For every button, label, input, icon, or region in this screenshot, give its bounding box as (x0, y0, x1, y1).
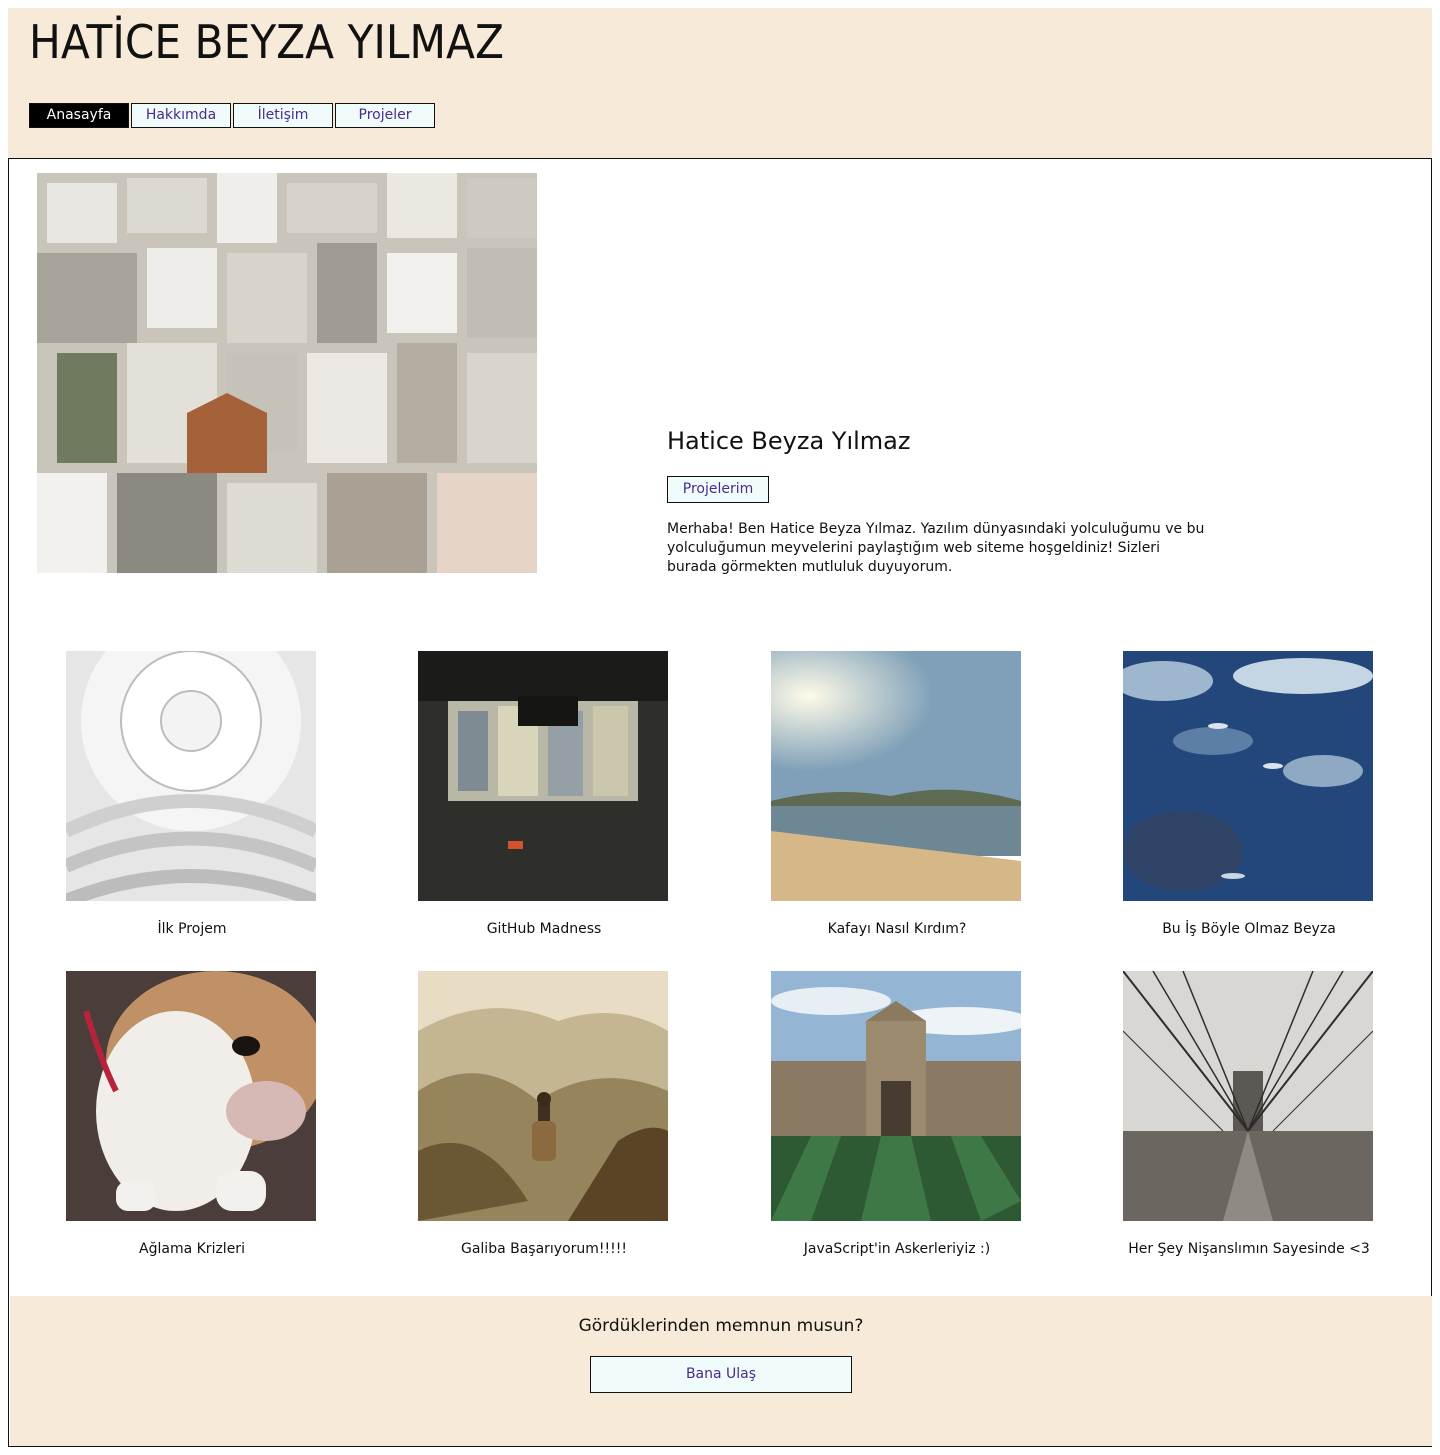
project-image-ocean[interactable] (1123, 651, 1373, 901)
project-caption: Ağlama Krizleri (139, 1241, 245, 1257)
project-caption: Galiba Başarıyorum!!!!! (460, 1241, 627, 1257)
project-image-city-reflection[interactable] (418, 651, 668, 901)
project-card[interactable]: Ağlama Krizleri (66, 971, 318, 1257)
projects-button[interactable]: Projelerim (667, 476, 769, 503)
project-caption: Kafayı Nasıl Kırdım? (827, 921, 967, 937)
project-card[interactable]: Kafayı Nasıl Kırdım? (771, 651, 1023, 937)
project-card[interactable]: GitHub Madness (418, 651, 670, 937)
project-card[interactable]: İlk Projem (66, 651, 318, 937)
intro-name: Hatice Beyza Yılmaz (667, 427, 911, 455)
nav-item-anasayfa[interactable]: Anasayfa (29, 103, 129, 128)
project-image-bulldog[interactable] (66, 971, 316, 1221)
project-card[interactable]: Galiba Başarıyorum!!!!! (418, 971, 670, 1257)
project-caption: GitHub Madness (486, 921, 602, 937)
project-image-bridge[interactable] (1123, 971, 1373, 1221)
project-caption: İlk Projem (157, 921, 227, 937)
project-card[interactable]: Bu İş Böyle Olmaz Beyza (1123, 651, 1375, 937)
project-image-beach[interactable] (771, 651, 1021, 901)
project-card[interactable]: Her Şey Nişanslımın Sayesinde <3 (1123, 971, 1375, 1257)
nav-item-projeler[interactable]: Projeler (335, 103, 435, 128)
project-caption: JavaScript'in Askerleriyiz :) (803, 1241, 991, 1257)
project-caption: Her Şey Nişanslımın Sayesinde <3 (1128, 1241, 1370, 1257)
contact-button[interactable]: Bana Ulaş (590, 1356, 852, 1393)
site-header: HATİCE BEYZA YILMAZ Anasayfa Hakkımda İl… (8, 8, 1432, 158)
project-image-hiker[interactable] (418, 971, 668, 1221)
project-image-college[interactable] (771, 971, 1021, 1221)
intro-text: Merhaba! Ben Hatice Beyza Yılmaz. Yazılı… (667, 521, 1205, 575)
project-caption: Bu İş Böyle Olmaz Beyza (1162, 921, 1336, 937)
hero-city-image (37, 173, 537, 573)
nav-item-iletisim[interactable]: İletişim (233, 103, 333, 128)
nav-item-hakkimda[interactable]: Hakkımda (131, 103, 231, 128)
main-content: Hatice Beyza Yılmaz Projelerim Merhaba! … (8, 158, 1432, 1447)
main-nav: Anasayfa Hakkımda İletişim Projeler (29, 103, 437, 128)
site-footer: Gördüklerinden memnun musun? Bana Ulaş (10, 1296, 1432, 1446)
site-title: HATİCE BEYZA YILMAZ (29, 15, 504, 69)
project-card[interactable]: JavaScript'in Askerleriyiz :) (771, 971, 1023, 1257)
project-image-museum[interactable] (66, 651, 316, 901)
footer-question: Gördüklerinden memnun musun? (578, 1316, 864, 1336)
